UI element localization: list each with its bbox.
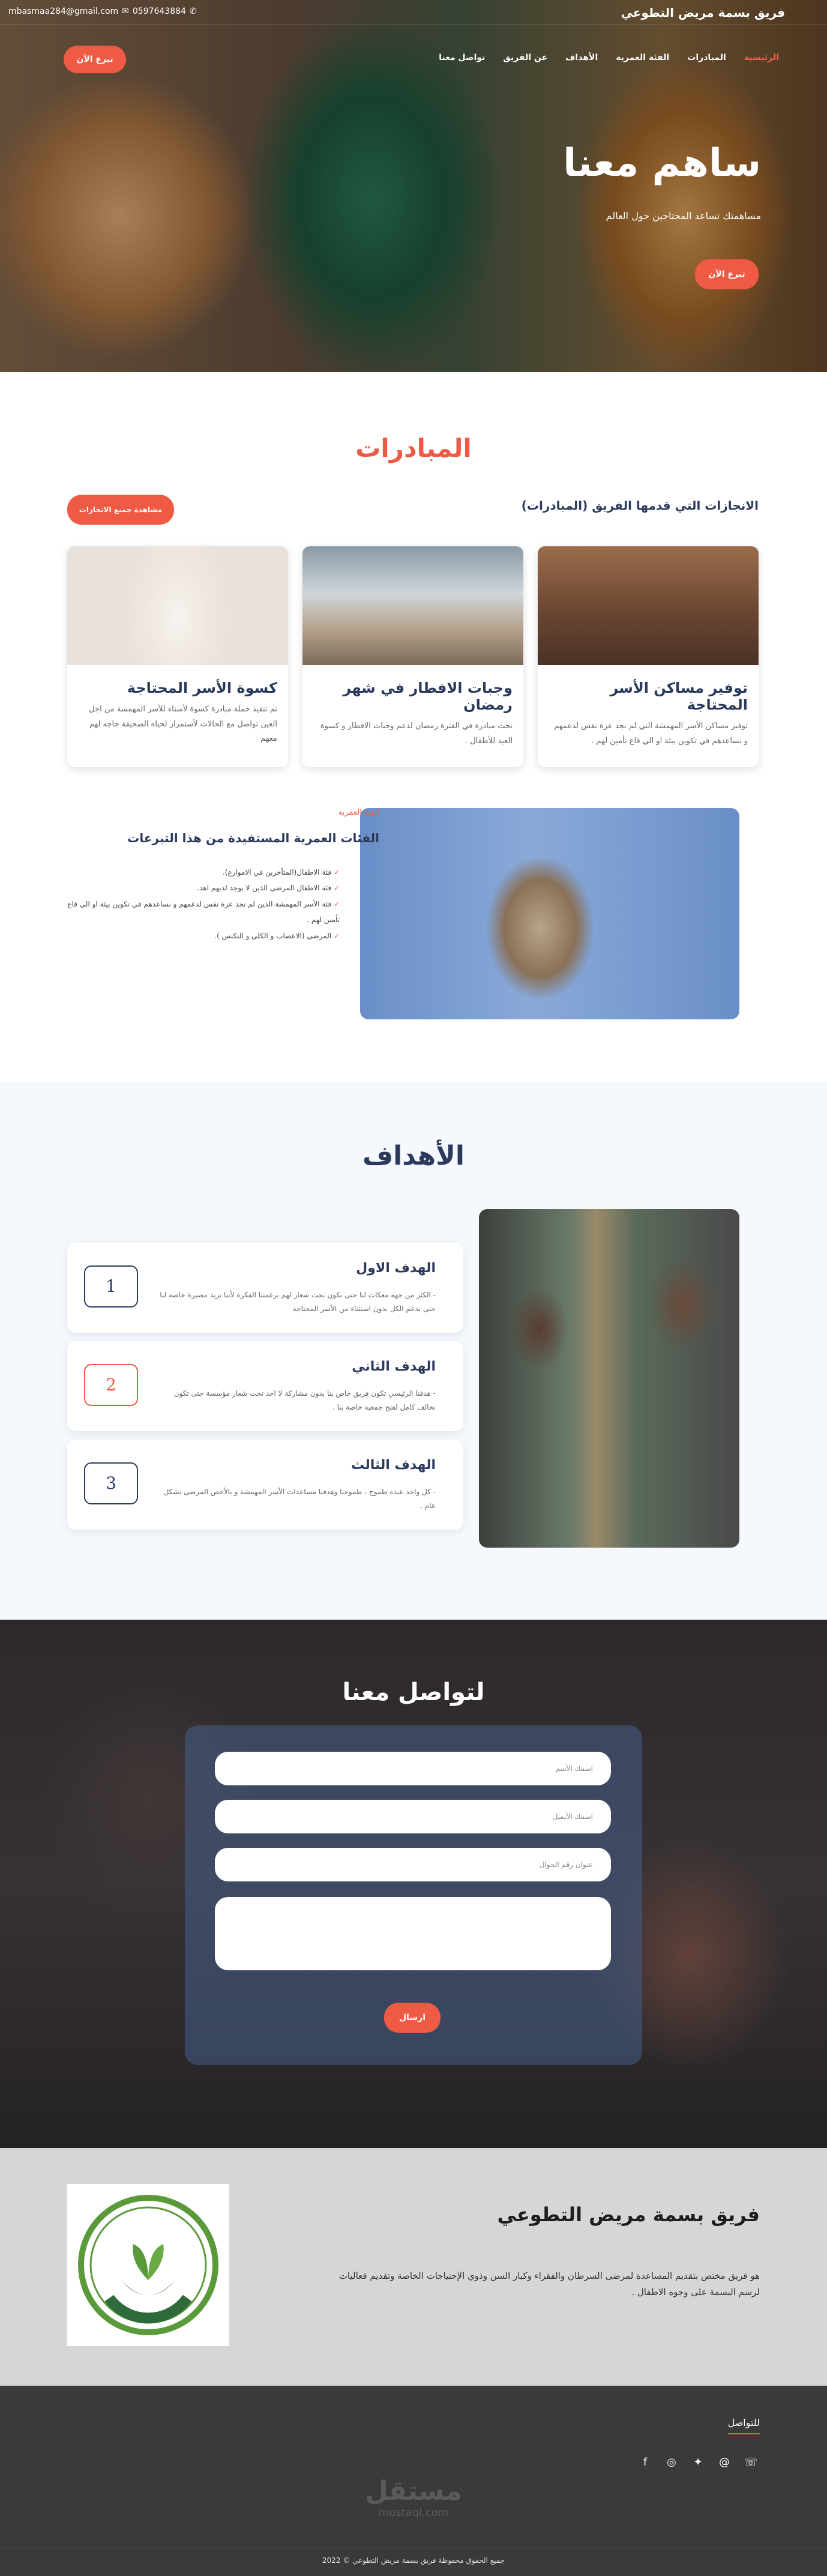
- goal-number: 2: [84, 1364, 138, 1406]
- initiative-card[interactable]: كسوة الأسر المحتاجة تم تنفيذ حملة مبادرة…: [67, 546, 288, 767]
- email-icon: ✉: [122, 7, 129, 16]
- copyright: جميع الحقوق محفوظة فريق بسمة مريض التطوع…: [322, 2556, 505, 2565]
- nav-item-about[interactable]: عن الفريق: [503, 53, 547, 62]
- email-text[interactable]: mbasmaa284@gmail.com: [8, 7, 118, 16]
- check-icon: ✓: [331, 868, 340, 876]
- email-icon[interactable]: @: [715, 2453, 733, 2471]
- hero-subtitle: مساهمتك تساعد المحتاجين حول العالم: [606, 210, 761, 222]
- contact-section: لتواصل معنا اسمك الأسم اسمك الأيميل عنوا…: [0, 1620, 827, 2148]
- phone-text[interactable]: 0597643884: [133, 7, 186, 16]
- footer: للتواصل f ◎ ✦ @ ☏ مستقل mostaql.com جميع…: [0, 2386, 827, 2576]
- logo-emblem: [78, 2195, 218, 2335]
- donation-jar-image: [360, 808, 739, 1019]
- check-icon: ✓: [331, 899, 340, 908]
- hero-donate-button[interactable]: تبرع الآن: [695, 259, 759, 289]
- top-contact: mbasmaa284@gmail.com ✉ 0597643884 ✆: [8, 7, 197, 16]
- nav-donate-button[interactable]: تبرع الآن: [64, 46, 126, 73]
- social-links: f ◎ ✦ @ ☏: [636, 2453, 760, 2471]
- goal-title: الهدف الاول: [356, 1261, 436, 1276]
- initiative-card[interactable]: وجبات الافطار في شهر رمضان تحت مبادرة في…: [302, 546, 523, 767]
- card-title: وجبات الافطار في شهر رمضان: [343, 680, 513, 713]
- goals-image: [479, 1209, 739, 1548]
- about-title: فريق بسمة مريض التطوعي: [497, 2203, 760, 2226]
- watermark-ar: مستقل: [365, 2476, 462, 2506]
- card-text: توفير مساكن الأسر المهمشة التي لم نجد عز…: [554, 722, 748, 746]
- email-field[interactable]: اسمك الأيميل: [215, 1800, 611, 1833]
- list-item: ✓ المرضى (الاعصاب و الكلى و التكنس ).: [214, 931, 340, 940]
- main-nav: الرئيسية المبادرات الفئة العمرية الأهداف…: [439, 53, 779, 62]
- nav-item-goals[interactable]: الأهداف: [565, 53, 598, 62]
- whatsapp-icon[interactable]: ☏: [742, 2453, 760, 2471]
- list-item: ✓ فئة الاطفال المرضى الذين لا يوجد لديهم…: [197, 884, 340, 893]
- brand-title[interactable]: فريق بسمة مريض التطوعي: [621, 5, 785, 20]
- nav-item-age-groups[interactable]: الفئة العمرية: [616, 53, 669, 62]
- nav-item-home[interactable]: الرئيسية: [744, 53, 779, 62]
- team-logo: [67, 2184, 229, 2346]
- goal-text: - الكثر من جهة معكات لنا حتى نكون تحت شع…: [160, 1291, 436, 1313]
- goal-card: 3 الهدف الثالث - كل واحد عنده طموح ، طمو…: [67, 1440, 463, 1530]
- card-image: [538, 546, 759, 665]
- watermark-en: mostaql.com: [378, 2506, 449, 2519]
- card-text: تحت مبادرة في الفترة رمضان لدعم وجبات ال…: [320, 722, 513, 746]
- goal-text: - هدفنا الرئيسي تكون فريق خاص بنا بدون م…: [173, 1389, 436, 1411]
- age-groups-title: الفئات العمرية المستفيدة من هذا التبرعات: [127, 831, 379, 845]
- goal-text: - كل واحد عنده طموح ، طموحنا وهدفنا مساع…: [163, 1488, 436, 1510]
- card-title: توفير مساكن الأسر المحتاجة: [610, 680, 748, 713]
- age-groups-eyebrow: الفئة العمرية: [338, 808, 379, 817]
- list-item: ✓ فئة الاطفال(المتأخرين في الاموارع).: [222, 868, 340, 876]
- about-text: هو فريق مختص بتقديم المساعدة لمرضى السرط…: [338, 2270, 760, 2297]
- check-icon: ✓: [331, 884, 340, 893]
- goals-section: الأهداف 1 الهدف الاول - الكثر من جهة معك…: [0, 1082, 827, 1620]
- initiatives-title: المبادرات: [355, 433, 472, 463]
- card-text: تم تنفيذ حملة مبادرة كسوة لأشتاء للأسر ا…: [89, 705, 277, 744]
- phone-field[interactable]: عنوان رقم الجوال: [215, 1848, 611, 1881]
- hero-title: ساهم معنا: [563, 141, 761, 186]
- footer-contact-heading: للتواصل: [727, 2417, 760, 2434]
- card-image: [67, 546, 288, 665]
- twitter-icon[interactable]: ✦: [689, 2453, 707, 2471]
- initiatives-subtitle: الانجازات التي قدمها الفريق (المبادرات): [521, 498, 759, 513]
- card-image: [302, 546, 523, 665]
- nav-item-contact[interactable]: تواصل معنا: [439, 53, 485, 62]
- top-bar: mbasmaa284@gmail.com ✉ 0597643884 ✆ فريق…: [0, 0, 827, 25]
- hero-section: mbasmaa284@gmail.com ✉ 0597643884 ✆ فريق…: [0, 0, 827, 372]
- goal-number: 1: [84, 1265, 138, 1308]
- phone-icon: ✆: [189, 7, 197, 16]
- send-button[interactable]: ارسال: [384, 2003, 441, 2033]
- facebook-icon[interactable]: f: [636, 2453, 654, 2471]
- instagram-icon[interactable]: ◎: [663, 2453, 681, 2471]
- goal-number: 3: [84, 1462, 138, 1504]
- goals-title: الأهداف: [362, 1141, 465, 1171]
- contact-title: لتواصل معنا: [342, 1679, 485, 1706]
- about-section: فريق بسمة مريض التطوعي هو فريق مختص بتقد…: [0, 2148, 827, 2386]
- check-icon: ✓: [331, 931, 340, 940]
- name-field[interactable]: اسمك الأسم: [215, 1752, 611, 1785]
- goal-card: 1 الهدف الاول - الكثر من جهة معكات لنا ح…: [67, 1243, 463, 1333]
- nav-item-initiatives[interactable]: المبادرات: [687, 53, 726, 62]
- watermark: مستقل mostaql.com: [0, 2476, 827, 2519]
- goal-card: 2 الهدف الثاني - هدفنا الرئيسي تكون فريق…: [67, 1341, 463, 1431]
- view-all-button[interactable]: مشاهدة جميع الانجازات: [67, 495, 174, 525]
- message-textarea[interactable]: [215, 1897, 611, 1970]
- goal-title: الهدف الثالث: [351, 1458, 436, 1473]
- goal-title: الهدف الثاني: [352, 1359, 436, 1374]
- card-title: كسوة الأسر المحتاجة: [127, 680, 277, 696]
- age-groups-list: ✓ فئة الاطفال(المتأخرين في الاموارع). ✓ …: [64, 864, 340, 944]
- list-item: ✓ فئة الأسر المهمشة الذين لم نجد عزة نفس…: [67, 899, 340, 925]
- initiative-card[interactable]: توفير مساكن الأسر المحتاجة توفير مساكن ا…: [538, 546, 759, 767]
